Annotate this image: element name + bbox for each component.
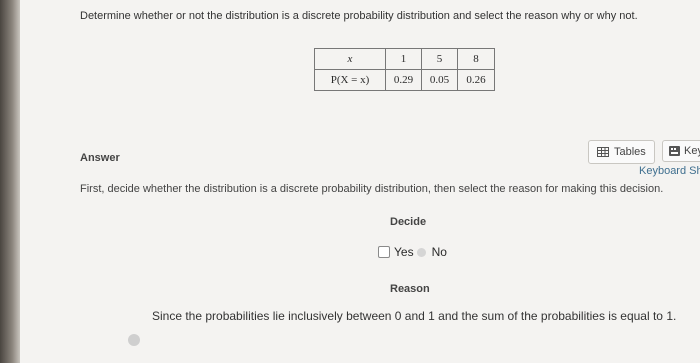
no-radio[interactable] [416,247,426,257]
table-row: P(X = x) 0.29 0.05 0.26 [314,69,495,91]
x-header: x [314,48,386,70]
decide-options: Yes No [378,245,447,259]
keypad-button-label: Key [684,145,700,157]
no-label[interactable]: No [432,245,447,259]
keypad-button[interactable]: Key [662,140,700,162]
keyboard-shortcuts-link[interactable]: Keyboard Sho [639,165,700,177]
x-value-2: 5 [421,48,458,70]
question-text: Determine whether or not the distributio… [80,10,638,22]
question-page: Determine whether or not the distributio… [20,0,700,363]
p-value-1: 0.29 [385,69,422,91]
x-value-1: 1 [385,48,422,70]
reason-label: Reason [390,283,430,295]
answer-label: Answer [80,152,120,164]
decide-label: Decide [390,216,427,228]
tables-button[interactable]: Tables [588,140,655,164]
yes-label[interactable]: Yes [394,245,414,259]
p-value-2: 0.05 [421,69,458,91]
x-value-3: 8 [457,48,495,70]
yes-checkbox[interactable] [378,246,390,258]
screen-edge [0,0,20,363]
distribution-table: x 1 5 8 P(X = x) 0.29 0.05 0.26 [314,48,495,91]
tables-button-label: Tables [614,146,646,158]
table-icon [597,147,609,157]
reason-option-text: Since the probabilities lie inclusively … [152,309,677,323]
keypad-icon [669,146,680,156]
reason-radio[interactable] [128,334,140,346]
probability-header: P(X = x) [314,69,386,91]
table-row: x 1 5 8 [314,48,495,70]
p-value-3: 0.26 [457,69,495,91]
instruction-text: First, decide whether the distribution i… [80,183,664,195]
